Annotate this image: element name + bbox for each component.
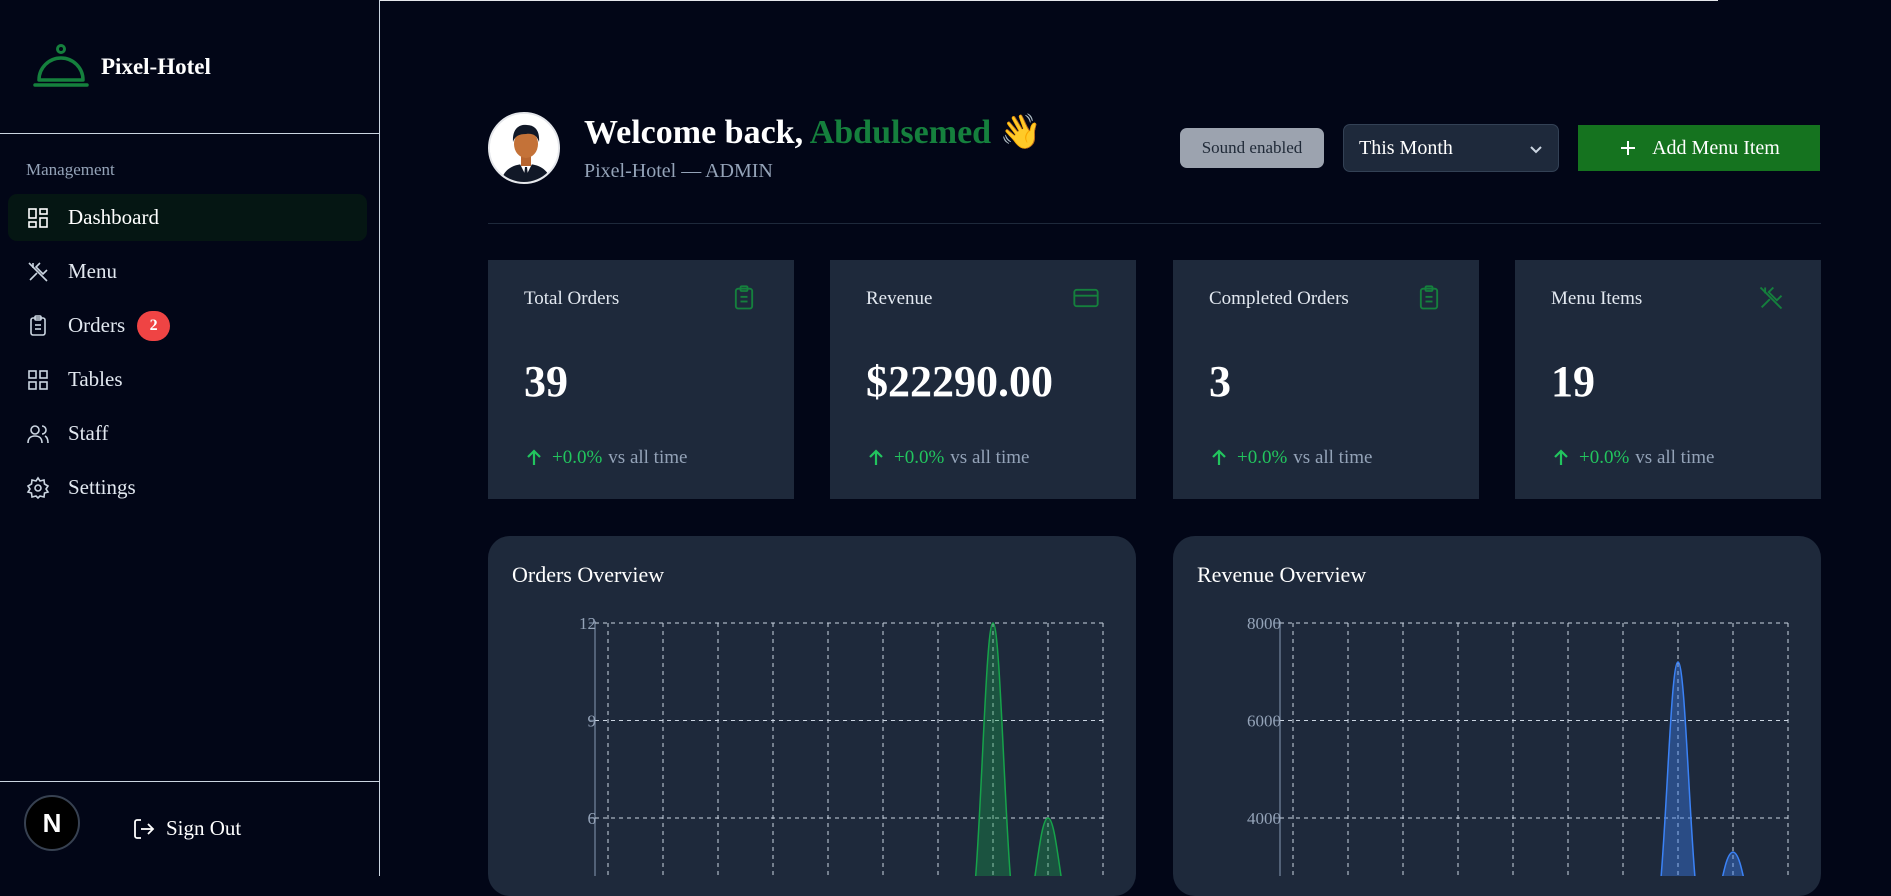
gear-icon [26, 476, 50, 499]
stat-value: 19 [1551, 357, 1595, 406]
users-icon [27, 424, 49, 443]
delta-value: +0.0% [1237, 447, 1288, 468]
stat-delta: +0.0% vs all time [524, 447, 687, 469]
delta-suffix: vs all time [608, 447, 688, 468]
arrow-up-icon [869, 449, 883, 465]
stat-label: Completed Orders [1209, 288, 1349, 309]
utensils-icon [28, 261, 48, 282]
sidebar-item-label: Orders [68, 313, 126, 337]
delta-suffix: vs all time [1635, 447, 1715, 468]
chevron-down-icon [1530, 146, 1542, 154]
period-select[interactable]: This Month [1343, 124, 1559, 172]
orders-badge: 2 [137, 310, 171, 341]
divider [0, 781, 379, 782]
orders-overview-panel: Orders Overview 6 9 12 [488, 536, 1136, 896]
stat-delta: +0.0% vs all time [866, 447, 1029, 469]
stat-delta: +0.0% vs all time [1551, 447, 1714, 469]
delta-suffix: vs all time [950, 447, 1030, 468]
y-tick-label: 12 [579, 614, 596, 633]
utensils-icon [1757, 284, 1785, 312]
credit-card-icon [1072, 284, 1100, 312]
welcome-heading: Welcome back, Abdulsemed 👋 [584, 112, 1042, 152]
stat-card-revenue: Revenue $22290.00 +0.0% vs all time [830, 260, 1136, 499]
sidebar: Pixel-Hotel Management Dashboard Menu Or… [0, 0, 380, 876]
stat-value: 3 [1209, 357, 1231, 406]
user-avatar[interactable]: N [24, 795, 80, 851]
sidebar-item-label: Staff [68, 421, 109, 445]
stat-label: Total Orders [524, 288, 620, 309]
orders-chart: 6 9 12 [579, 614, 1104, 876]
brand-name: Pixel-Hotel [101, 54, 211, 79]
sidebar-item-label: Settings [68, 475, 136, 499]
sign-out-button[interactable]: Sign Out [132, 816, 241, 841]
delta-value: +0.0% [894, 447, 945, 468]
stat-card-completed-orders: Completed Orders 3 +0.0% vs all time [1173, 260, 1479, 499]
sidebar-item-label: Dashboard [68, 205, 159, 229]
revenue-overview-panel: Revenue Overview 4000 6000 8000 [1173, 536, 1821, 896]
arrow-up-icon [527, 449, 541, 465]
brand[interactable]: Pixel-Hotel [33, 42, 211, 92]
sidebar-item-menu[interactable]: Menu [8, 248, 367, 295]
y-tick-label: 6000 [1247, 712, 1281, 731]
area-series [974, 622, 1062, 876]
section-title: Management [26, 160, 115, 179]
clipboard-icon [30, 314, 46, 336]
businessman-avatar-icon [490, 114, 558, 182]
arrow-up-icon [1212, 449, 1226, 465]
welcome-text: Welcome back, [584, 114, 804, 151]
area-series [1660, 661, 1745, 876]
grid-icon [28, 369, 48, 390]
dashboard-icon [28, 207, 48, 228]
top-border [172, 0, 1718, 1]
y-tick-label: 8000 [1247, 614, 1281, 633]
sidebar-item-staff[interactable]: Staff [8, 410, 367, 457]
sound-toggle[interactable]: Sound enabled [1180, 128, 1324, 168]
period-value: This Month [1359, 136, 1453, 159]
arrow-up-icon [1554, 449, 1568, 465]
sign-out-label: Sign Out [166, 816, 242, 840]
sidebar-item-label: Menu [68, 259, 117, 283]
y-tick-label: 6 [588, 809, 597, 828]
sign-out-icon [134, 818, 155, 839]
plus-icon [1621, 141, 1636, 155]
sidebar-item-label: Tables [68, 367, 123, 391]
divider [0, 133, 379, 134]
stat-label: Menu Items [1551, 288, 1643, 309]
clipboard-icon [730, 284, 758, 312]
sidebar-item-settings[interactable]: Settings [8, 464, 367, 511]
divider [488, 223, 1821, 224]
sidebar-item-tables[interactable]: Tables [8, 356, 367, 403]
clipboard-icon [1415, 284, 1443, 312]
y-tick-label: 9 [588, 712, 597, 731]
stat-card-menu-items: Menu Items 19 +0.0% vs all time [1515, 260, 1821, 499]
page-subtitle: Pixel-Hotel — ADMIN [584, 160, 773, 182]
user-name: Abdulsemed [809, 114, 992, 151]
sidebar-item-dashboard[interactable]: Dashboard [8, 194, 367, 241]
profile-avatar[interactable] [488, 112, 560, 184]
stat-value: $22290.00 [866, 357, 1053, 406]
add-menu-item-button[interactable]: Add Menu Item [1578, 125, 1820, 171]
delta-value: +0.0% [1579, 447, 1630, 468]
delta-value: +0.0% [552, 447, 603, 468]
stat-label: Revenue [866, 288, 933, 309]
stat-delta: +0.0% vs all time [1209, 447, 1372, 469]
stat-value: 39 [524, 357, 568, 406]
cloche-icon [33, 44, 89, 87]
y-tick-label: 4000 [1247, 809, 1281, 828]
revenue-chart: 4000 6000 8000 [1247, 614, 1789, 876]
stat-card-total-orders: Total Orders 39 +0.0% vs all time [488, 260, 794, 499]
add-menu-item-label: Add Menu Item [1652, 136, 1780, 159]
sidebar-item-orders[interactable]: Orders 2 [8, 302, 367, 349]
wave-icon: 👋 [999, 114, 1042, 151]
delta-suffix: vs all time [1293, 447, 1373, 468]
sidebar-nav: Dashboard Menu Orders 2 Tables Staff Set… [8, 194, 367, 518]
